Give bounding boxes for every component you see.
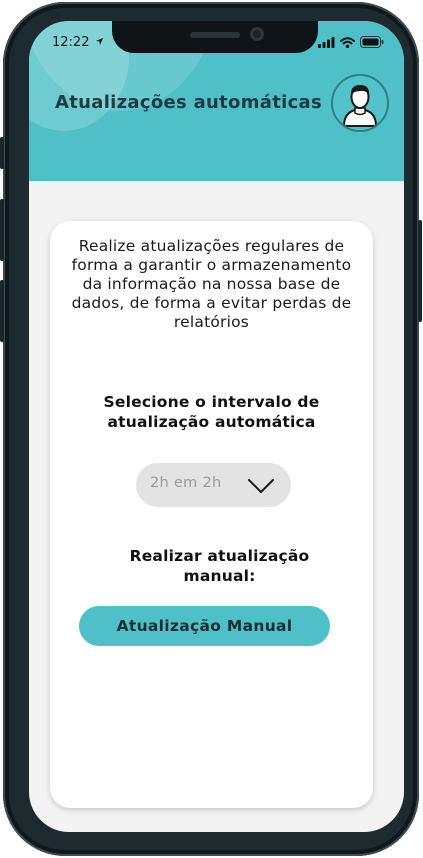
avatar[interactable] — [331, 74, 389, 132]
page-title: Atualizações automáticas — [55, 92, 323, 113]
notch — [112, 21, 318, 53]
interval-dropdown[interactable]: 2h em 2h — [136, 463, 291, 507]
volume-down-button — [0, 280, 4, 342]
manual-update-label: Realizar atualização manual: — [129, 547, 310, 585]
status-icons — [318, 36, 384, 48]
volume-up-button — [0, 199, 4, 261]
description-text: Realize atualizações regulares de forma … — [71, 237, 352, 331]
speaker — [190, 32, 240, 38]
manual-update-button[interactable]: Atualização Manual — [79, 606, 330, 646]
silent-switch — [0, 137, 4, 169]
wifi-icon — [340, 36, 355, 48]
phone-frame: 12:22 Atualizações automáticas Realize a… — [0, 2, 422, 856]
camera — [250, 27, 264, 41]
interval-selected-value: 2h em 2h — [150, 475, 222, 491]
user-icon — [342, 85, 378, 127]
settings-card: Realize atualizações regulares de forma … — [50, 221, 373, 808]
screen: 12:22 Atualizações automáticas Realize a… — [29, 21, 404, 832]
chevron-down-icon[interactable] — [247, 477, 275, 495]
location-arrow-icon — [95, 37, 103, 46]
battery-icon — [360, 36, 384, 48]
status-time: 12:22 — [52, 35, 104, 50]
manual-update-button-label: Atualização Manual — [116, 617, 293, 635]
header: 12:22 Atualizações automáticas — [29, 21, 404, 181]
signal-icon — [318, 36, 335, 48]
interval-label: Selecione o intervalo de atualização aut… — [103, 393, 320, 431]
power-button — [418, 220, 422, 322]
